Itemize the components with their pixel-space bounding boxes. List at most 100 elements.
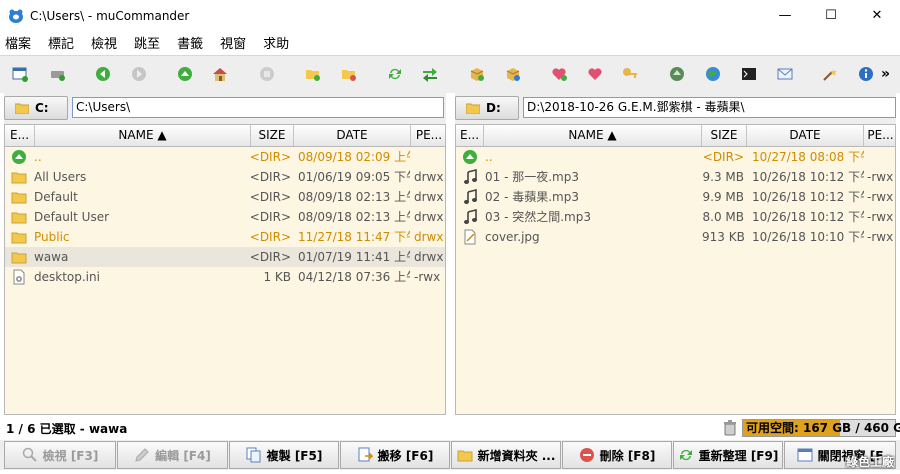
- bookmarks-icon[interactable]: [587, 66, 603, 82]
- left-panel: C: C:\Users\ E... NAME ▲ SIZE DATE PE...…: [4, 93, 446, 415]
- parent-folder-icon[interactable]: [177, 66, 193, 82]
- left-drive-button[interactable]: C:: [4, 96, 68, 120]
- file-row[interactable]: All Users <DIR> 01/06/19 09:05 下午 drwx: [5, 167, 445, 187]
- move-button[interactable]: 搬移 [F6]: [340, 441, 450, 469]
- right-drive-button[interactable]: D:: [455, 96, 519, 120]
- swap-panels-icon[interactable]: [422, 66, 438, 82]
- refresh-icon[interactable]: [387, 66, 403, 82]
- file-row[interactable]: 02 - 毒蘋果.mp3 9.9 MB 10/26/18 10:12 下午 -rwx: [456, 187, 895, 207]
- new-window-icon[interactable]: [12, 66, 28, 82]
- add-bookmark-icon[interactable]: [551, 66, 567, 82]
- new-folder-button[interactable]: 新增資料夾 ...: [451, 441, 561, 469]
- column-permissions[interactable]: PE...: [411, 125, 445, 146]
- title-bar: C:\Users\ - muCommander — ☐ ✕: [0, 0, 900, 31]
- terminal-icon[interactable]: [741, 66, 757, 82]
- mark-icon[interactable]: [305, 66, 321, 82]
- button-label: 新增資料夾 ...: [477, 448, 556, 463]
- minimize-button[interactable]: —: [762, 0, 808, 31]
- unmark-icon[interactable]: [341, 66, 357, 82]
- maximize-button[interactable]: ☐: [808, 0, 854, 31]
- home-icon[interactable]: [212, 66, 228, 82]
- menu-help[interactable]: 求助: [262, 33, 290, 52]
- unpack-icon[interactable]: [505, 66, 521, 82]
- watermark: 綠色工廠: [845, 455, 894, 469]
- file-size: <DIR>: [249, 250, 291, 264]
- column-date[interactable]: DATE: [294, 125, 411, 146]
- menu-file[interactable]: 檔案: [4, 33, 32, 52]
- edit-button[interactable]: 編輯 [F4]: [117, 441, 228, 469]
- trash-icon[interactable]: [723, 420, 737, 436]
- column-name[interactable]: NAME ▲: [484, 125, 702, 146]
- right-file-table[interactable]: E... NAME ▲ SIZE DATE PE... .. <DIR> 10/27…: [455, 124, 896, 415]
- right-panel: D: D:\2018-10-26 G.E.M.鄧紫棋 - 毒蘋果\ E... N…: [455, 93, 896, 415]
- pack-icon[interactable]: [469, 66, 485, 82]
- view-icon: [22, 447, 37, 462]
- left-file-table[interactable]: E... NAME ▲ SIZE DATE PE... .. <DIR> 08/09…: [4, 124, 446, 415]
- delete-button[interactable]: 刪除 [F8]: [562, 441, 672, 469]
- free-space-indicator[interactable]: 可用空間: 167 GB / 460 GB: [742, 419, 900, 437]
- menu-mark[interactable]: 標記: [47, 33, 75, 52]
- file-row[interactable]: Public <DIR> 11/27/18 11:47 下午 drwx: [5, 227, 445, 247]
- button-label: 編輯 [F4]: [155, 448, 211, 463]
- email-icon[interactable]: [777, 66, 793, 82]
- file-date: 08/09/18 02:13 上午: [298, 190, 410, 204]
- free-space-text: 可用空間: 167 GB / 460 GB: [746, 421, 900, 435]
- file-row[interactable]: 01 - 那一夜.mp3 9.3 MB 10/26/18 10:12 下午 -rwx: [456, 167, 895, 187]
- stop-icon[interactable]: [259, 66, 275, 82]
- back-icon[interactable]: [95, 66, 111, 82]
- button-label: 搬移 [F6]: [377, 448, 434, 463]
- settings-file-icon: [13, 269, 25, 285]
- file-date: 10/26/18 10:10 下午: [752, 230, 864, 244]
- file-row[interactable]: desktop.ini 1 KB 04/12/18 07:36 上午 -rwx: [5, 267, 445, 287]
- copy-icon: [246, 447, 261, 463]
- toolbar-overflow-button[interactable]: »: [881, 66, 890, 82]
- file-permissions: drwx: [414, 170, 444, 184]
- file-row[interactable]: wawa <DIR> 01/07/19 11:41 上午 drwx: [5, 247, 445, 267]
- file-name: Default: [34, 190, 78, 204]
- left-path-field[interactable]: C:\Users\: [72, 97, 444, 118]
- file-row[interactable]: Default User <DIR> 08/09/18 02:13 上午 drwx: [5, 207, 445, 227]
- forward-icon[interactable]: [131, 66, 147, 82]
- window-title: C:\Users\ - muCommander: [30, 8, 190, 23]
- view-button[interactable]: 檢視 [F3]: [4, 441, 116, 469]
- file-date: 10/26/18 10:12 下午: [752, 170, 864, 184]
- file-row[interactable]: .. <DIR> 08/09/18 02:09 上午: [5, 147, 445, 167]
- file-row[interactable]: cover.jpg 913 KB 10/26/18 10:10 下午 -rwx: [456, 227, 895, 247]
- refresh-icon: [679, 449, 692, 461]
- run-icon[interactable]: [822, 66, 838, 82]
- file-row[interactable]: Default <DIR> 08/09/18 02:13 上午 drwx: [5, 187, 445, 207]
- left-drive-label: C:: [35, 101, 49, 115]
- menu-window[interactable]: 視窗: [219, 33, 247, 52]
- delete-icon: [579, 448, 594, 462]
- file-row[interactable]: .. <DIR> 10/27/18 08:08 下午: [456, 147, 895, 167]
- copy-button[interactable]: 複製 [F5]: [229, 441, 339, 469]
- folder-icon: [11, 212, 27, 224]
- column-permissions[interactable]: PE...: [864, 125, 895, 146]
- column-extension[interactable]: E...: [5, 125, 35, 146]
- column-name[interactable]: NAME ▲: [35, 125, 251, 146]
- connect-server-icon[interactable]: [50, 66, 66, 82]
- file-size: <DIR>: [702, 150, 744, 164]
- column-size[interactable]: SIZE: [251, 125, 294, 146]
- menu-bookmarks[interactable]: 書籤: [176, 33, 204, 52]
- status-bar: 1 / 6 已選取 - wawa 可用空間: 167 GB / 460 GB: [0, 418, 900, 438]
- network-icon[interactable]: [705, 66, 721, 82]
- refresh-button[interactable]: 重新整理 [F9]: [673, 441, 783, 469]
- menu-go[interactable]: 跳至: [133, 33, 161, 52]
- connection-icon[interactable]: [669, 66, 685, 82]
- file-date: 10/27/18 08:08 下午: [752, 150, 864, 164]
- right-table-header: E... NAME ▲ SIZE DATE PE...: [456, 125, 895, 147]
- button-label: 刪除 [F8]: [599, 448, 656, 463]
- file-date: 10/26/18 10:12 下午: [752, 190, 864, 204]
- column-size[interactable]: SIZE: [702, 125, 747, 146]
- info-icon[interactable]: [858, 66, 874, 82]
- column-extension[interactable]: E...: [456, 125, 484, 146]
- file-row[interactable]: 03 - 突然之間.mp3 8.0 MB 10/26/18 10:12 下午 -rwx: [456, 207, 895, 227]
- menu-view[interactable]: 檢視: [90, 33, 118, 52]
- column-date[interactable]: DATE: [747, 125, 864, 146]
- folder-icon: [11, 192, 27, 204]
- credentials-icon[interactable]: [622, 66, 638, 82]
- close-button[interactable]: ✕: [854, 0, 900, 31]
- right-path-field[interactable]: D:\2018-10-26 G.E.M.鄧紫棋 - 毒蘋果\: [523, 97, 896, 118]
- file-permissions: [867, 147, 895, 167]
